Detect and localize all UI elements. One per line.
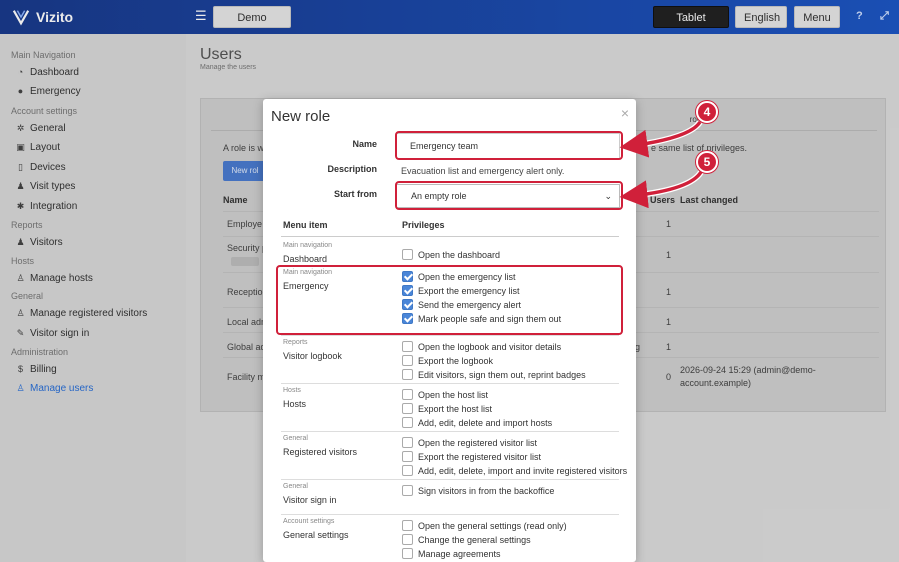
highlight-emergency-group [276, 265, 623, 335]
privilege-label: Export the host list [418, 403, 493, 414]
group-section-label: Reports [283, 339, 308, 346]
description-input[interactable]: Evacuation list and emergency alert only… [401, 166, 564, 176]
privilege-item[interactable]: Add, edit, delete and import hosts [402, 417, 552, 428]
checkbox[interactable] [402, 465, 413, 476]
privilege-label: Add, edit, delete and import hosts [418, 417, 553, 428]
description-label: Description [327, 164, 377, 174]
checkbox[interactable] [402, 417, 413, 428]
privilege-item[interactable]: Sign visitors in from the backoffice [402, 485, 554, 496]
privilege-group: Main navigation Dashboard Open the dashboa… [281, 239, 619, 266]
privilege-label: Export the registered visitor list [418, 451, 542, 462]
group-section-label: Hosts [283, 387, 301, 394]
privilege-label: Open the registered visitor list [418, 437, 538, 448]
privilege-item[interactable]: Change the general settings [402, 534, 531, 545]
privilege-item[interactable]: Export the registered visitor list [402, 451, 541, 462]
privilege-item[interactable]: Manage agreements [402, 548, 501, 559]
privilege-item[interactable]: Edit visitors, sign them out, reprint ba… [402, 369, 586, 380]
checkbox[interactable] [402, 369, 413, 380]
privilege-group: General Registered visitors Open the regis… [281, 432, 627, 480]
checkbox[interactable] [402, 451, 413, 462]
privilege-group: Hosts Hosts Open the host list Export the h… [281, 384, 619, 432]
close-icon[interactable]: × [621, 105, 629, 121]
checkbox[interactable] [402, 403, 413, 414]
step-badge-5: 5 [696, 151, 718, 173]
privilege-item[interactable]: Open the registered visitor list [402, 437, 537, 448]
group-section-label: Main navigation [283, 242, 333, 249]
header-divider [281, 236, 619, 237]
privilege-label: Open the host list [418, 389, 489, 400]
group-menu-item-name: Visitor sign in [283, 495, 337, 505]
checkbox[interactable] [402, 249, 413, 260]
checkbox[interactable] [402, 520, 413, 531]
checkbox[interactable] [402, 437, 413, 448]
checkbox[interactable] [402, 389, 413, 400]
checkbox[interactable] [402, 341, 413, 352]
privilege-item[interactable]: Open the host list [402, 389, 488, 400]
highlight-name-field [395, 131, 623, 160]
group-section-label: Account settings [283, 518, 335, 525]
group-menu-item-name: Dashboard [283, 254, 328, 264]
checkbox[interactable] [402, 548, 413, 559]
checkbox[interactable] [402, 355, 413, 366]
col-header-privileges: Privileges [402, 220, 445, 230]
privilege-label: Sign visitors in from the backoffice [418, 485, 555, 496]
highlight-start-from [395, 181, 623, 210]
privilege-label: Open the logbook and visitor details [418, 341, 562, 352]
privilege-item[interactable]: Export the logbook [402, 355, 493, 366]
privilege-label: Change the general settings [418, 534, 531, 545]
group-menu-item-name: Visitor logbook [283, 351, 342, 361]
group-menu-item-name: Registered visitors [283, 447, 358, 457]
privilege-item[interactable]: Export the host list [402, 403, 492, 414]
privilege-item[interactable]: Add, edit, delete, import and invite reg… [402, 465, 627, 476]
start-from-label: Start from [333, 189, 377, 199]
group-menu-item-name: General settings [283, 530, 349, 540]
privilege-item[interactable]: Open the dashboard [402, 249, 500, 260]
privilege-group: Reports Visitor logbook Open the logbook a… [281, 336, 619, 384]
group-menu-item-name: Hosts [283, 399, 307, 409]
group-section-label: General [283, 435, 308, 442]
privilege-label: Edit visitors, sign them out, reprint ba… [418, 369, 586, 380]
privilege-label: Add, edit, delete, import and invite reg… [418, 465, 628, 476]
privilege-group: Account settings General settings Open the… [281, 515, 619, 562]
privilege-group: General Visitor sign in Sign visitors in f… [281, 480, 619, 515]
name-label: Name [352, 139, 377, 149]
privilege-item[interactable]: Open the logbook and visitor details [402, 341, 561, 352]
checkbox[interactable] [402, 534, 413, 545]
group-section-label: General [283, 483, 308, 490]
step-badge-4: 4 [696, 101, 718, 123]
privilege-label: Manage agreements [418, 548, 501, 559]
modal-title: New role [271, 108, 331, 125]
privilege-label: Export the logbook [418, 355, 494, 366]
col-header-menu-item: Menu item [283, 220, 328, 230]
privilege-label: Open the dashboard [418, 249, 501, 260]
checkbox[interactable] [402, 485, 413, 496]
privilege-item[interactable]: Open the general settings (read only) [402, 520, 567, 531]
privilege-label: Open the general settings (read only) [418, 520, 567, 531]
